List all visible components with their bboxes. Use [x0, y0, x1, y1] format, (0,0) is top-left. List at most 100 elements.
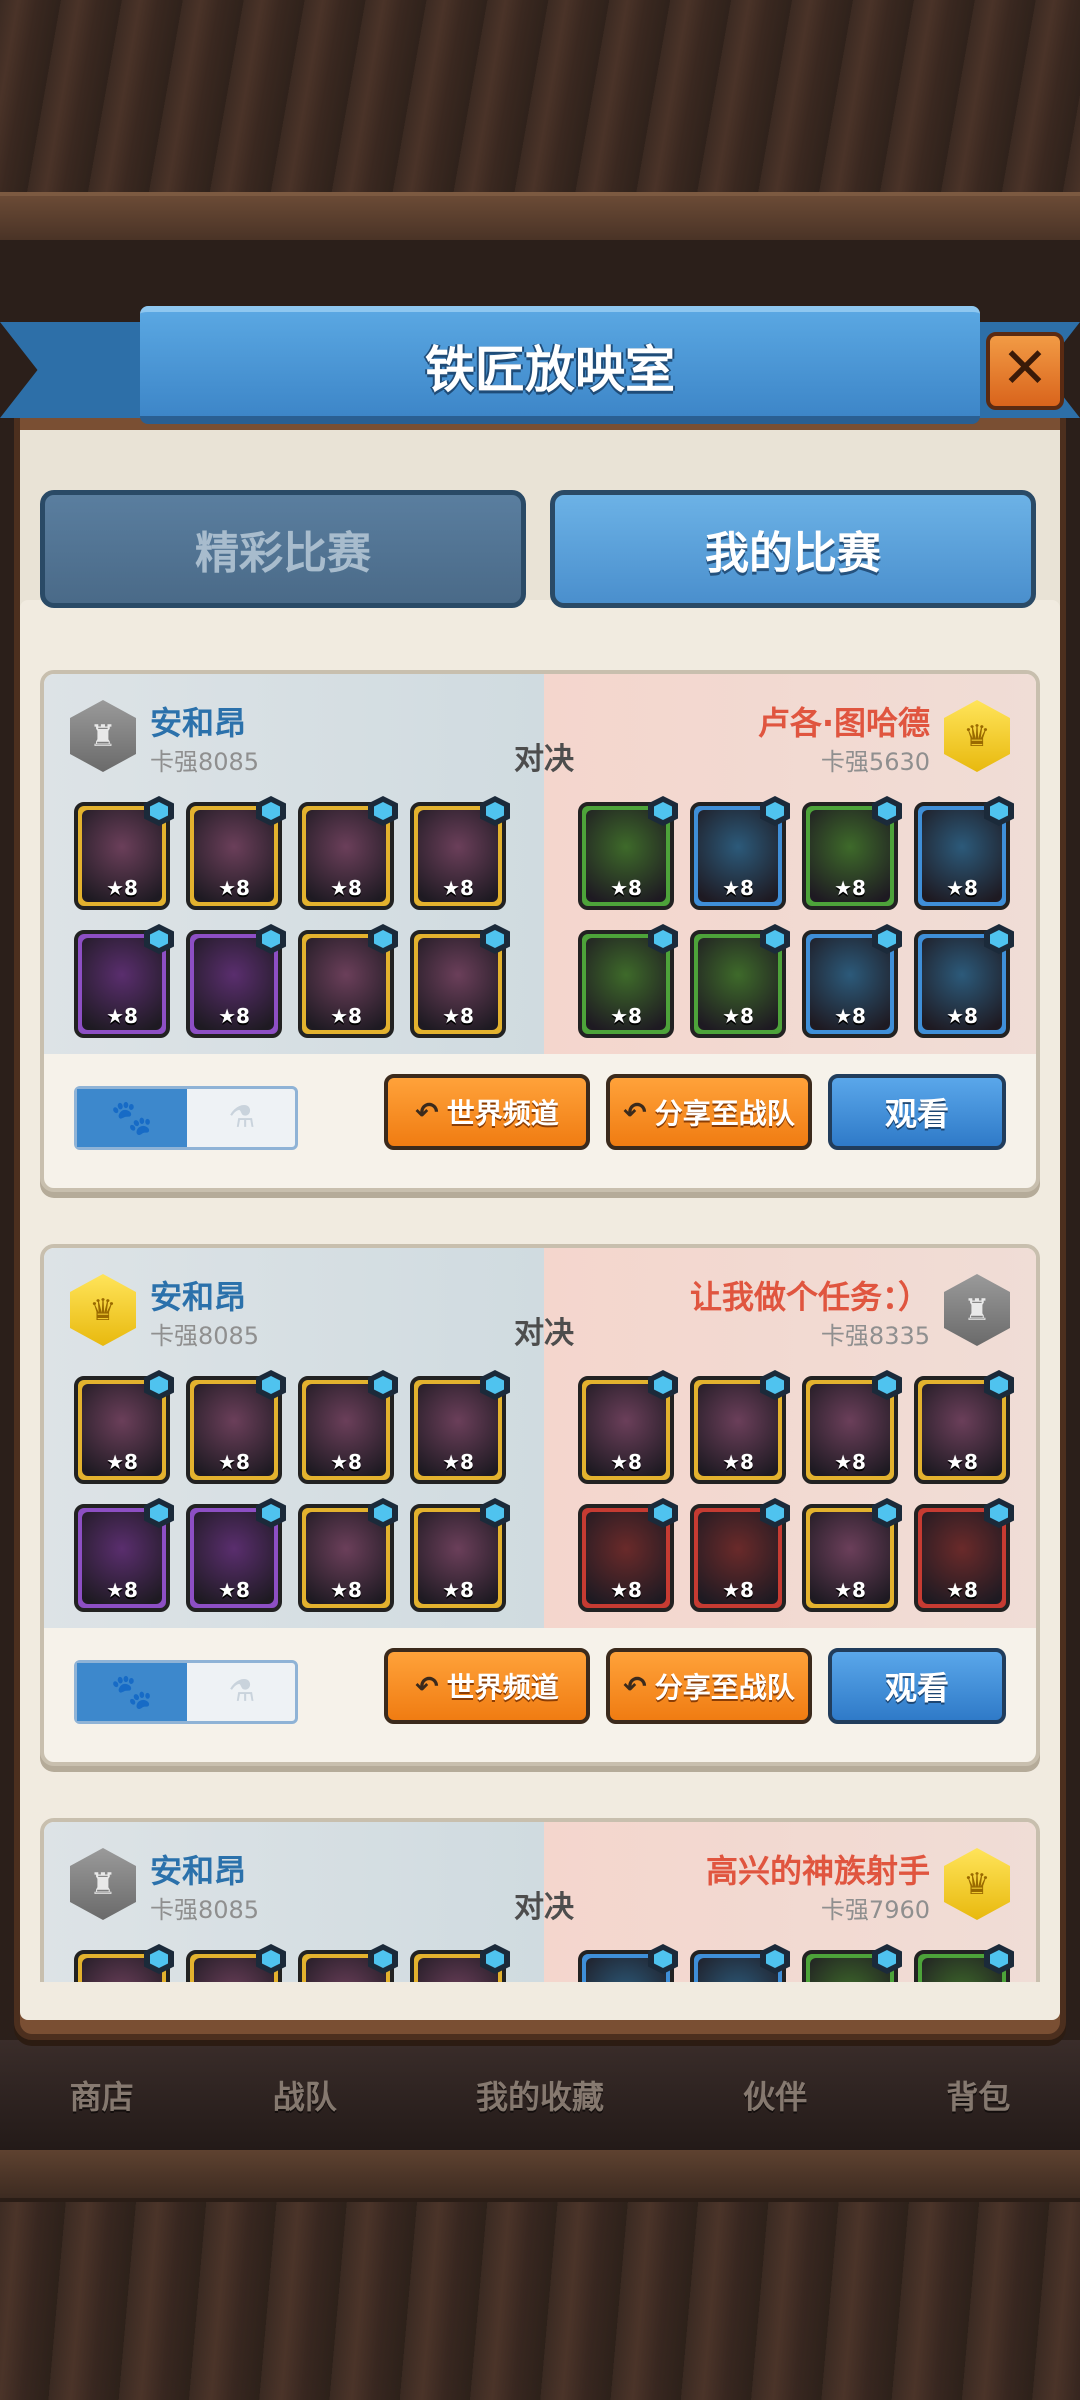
hero-star-level: ★8 — [946, 1578, 978, 1602]
share-to-team-label: 分享至战队 — [654, 1671, 795, 1704]
right-hero-card[interactable]: ★8 — [690, 1944, 790, 1982]
left-hero-card[interactable]: ★8 — [186, 924, 286, 1038]
right-hero-card[interactable]: ★8 — [690, 796, 790, 910]
ribbon-tail-left — [0, 322, 150, 418]
wood-background-top — [0, 0, 1080, 240]
right-hero-card[interactable]: ★8 — [914, 924, 1014, 1038]
match-list[interactable]: ♜ 安和昂 卡强8085 对决 卢各·图哈德 卡强5630 ♛ ★8 ★8 ★8 ★8 ★8 ★8 ★8 ★… — [20, 650, 1060, 1982]
hero-star-level: ★8 — [330, 1004, 362, 1028]
share-to-team-button[interactable]: ↶ 分享至战队 — [606, 1648, 812, 1724]
hero-star-level: ★8 — [610, 876, 642, 900]
left-hero-card[interactable]: ★8 — [74, 1498, 174, 1612]
share-arrow-icon: ↶ — [623, 1669, 647, 1703]
right-hero-card[interactable]: ★8 — [802, 924, 902, 1038]
nav-team[interactable]: 战队 — [273, 2072, 337, 2118]
hero-star-level: ★8 — [442, 1578, 474, 1602]
right-hero-card[interactable]: ★8 — [914, 1370, 1014, 1484]
tab-my-matches[interactable]: 我的比赛 — [550, 490, 1036, 608]
right-hero-card[interactable]: ★8 — [914, 1944, 1014, 1982]
hero-star-level: ★8 — [442, 1004, 474, 1028]
team-toggle[interactable]: 🐾 ⚗ — [74, 1086, 298, 1150]
left-hero-card[interactable]: ★8 — [74, 924, 174, 1038]
hero-star-level: ★8 — [330, 1578, 362, 1602]
share-to-team-label: 分享至战队 — [654, 1097, 795, 1130]
hero-star-level: ★8 — [442, 1450, 474, 1474]
versus-label: 对决 — [514, 1890, 574, 1925]
hero-star-level: ★8 — [946, 1450, 978, 1474]
left-hero-card[interactable]: ★8 — [186, 1944, 286, 1982]
close-button[interactable]: ✕ — [986, 332, 1064, 410]
hero-star-level: ★8 — [834, 1450, 866, 1474]
left-player-name: 安和昂 — [150, 704, 247, 742]
right-hero-card[interactable]: ★8 — [690, 1370, 790, 1484]
hero-star-level: ★8 — [218, 1004, 250, 1028]
hero-star-level: ★8 — [218, 876, 250, 900]
left-hero-card[interactable]: ★8 — [186, 1498, 286, 1612]
watch-button[interactable]: 观看 — [828, 1074, 1006, 1150]
share-to-team-button[interactable]: ↶ 分享至战队 — [606, 1074, 812, 1150]
left-player-name: 安和昂 — [150, 1852, 247, 1890]
nav-bag[interactable]: 背包 — [946, 2072, 1010, 2118]
right-hero-card[interactable]: ★8 — [802, 1498, 902, 1612]
left-hero-card[interactable]: ★8 — [298, 796, 398, 910]
left-hero-card[interactable]: ★8 — [410, 924, 510, 1038]
world-channel-button[interactable]: ↶ 世界频道 — [384, 1648, 590, 1724]
left-hero-card[interactable]: ★8 — [74, 796, 174, 910]
nav-collection[interactable]: 我的收藏 — [476, 2072, 604, 2118]
hero-star-level: ★8 — [722, 876, 754, 900]
hero-star-level: ★8 — [330, 1450, 362, 1474]
right-hero-card[interactable]: ★8 — [802, 1944, 902, 1982]
right-player-name: 卢各·图哈德 — [757, 704, 930, 742]
left-hero-card[interactable]: ★8 — [74, 1944, 174, 1982]
wood-background-bottom — [0, 2150, 1080, 2400]
right-hero-card[interactable]: ★8 — [802, 796, 902, 910]
paw-icon[interactable]: 🐾 — [77, 1089, 187, 1147]
right-hero-card[interactable]: ★8 — [578, 1498, 678, 1612]
right-hero-card[interactable]: ★8 — [690, 1498, 790, 1612]
paw-icon[interactable]: 🐾 — [77, 1663, 187, 1721]
team-toggle[interactable]: 🐾 ⚗ — [74, 1660, 298, 1724]
right-hero-card[interactable]: ★8 — [914, 1498, 1014, 1612]
left-hero-card[interactable]: ★8 — [298, 1944, 398, 1982]
match-card: ♛ 安和昂 卡强8085 对决 让我做个任务：） 卡强8335 ♜ ★8 ★8 ★8 ★8 ★8 ★8 ★… — [40, 1244, 1040, 1766]
hero-star-level: ★8 — [218, 1578, 250, 1602]
hero-star-level: ★8 — [442, 876, 474, 900]
watch-button[interactable]: 观看 — [828, 1648, 1006, 1724]
left-hero-card[interactable]: ★8 — [298, 924, 398, 1038]
nav-partner[interactable]: 伙伴 — [743, 2072, 807, 2118]
left-hero-card[interactable]: ★8 — [298, 1370, 398, 1484]
world-channel-label: 世界频道 — [446, 1671, 559, 1704]
left-hero-card[interactable]: ★8 — [410, 1498, 510, 1612]
nav-shop[interactable]: 商店 — [70, 2072, 134, 2118]
right-hero-card[interactable]: ★8 — [578, 796, 678, 910]
world-channel-label: 世界频道 — [446, 1097, 559, 1130]
left-hero-card[interactable]: ★8 — [410, 1370, 510, 1484]
right-hero-card[interactable]: ★8 — [578, 1370, 678, 1484]
right-hero-card[interactable]: ★8 — [578, 1944, 678, 1982]
hero-star-level: ★8 — [722, 1004, 754, 1028]
right-hero-card[interactable]: ★8 — [690, 924, 790, 1038]
versus-label: 对决 — [514, 1316, 574, 1351]
right-hero-card[interactable]: ★8 — [802, 1370, 902, 1484]
hero-star-level: ★8 — [330, 876, 362, 900]
left-hero-card[interactable]: ★8 — [186, 796, 286, 910]
dialog-title: 铁匠放映室 — [425, 341, 675, 399]
share-arrow-icon: ↶ — [415, 1669, 439, 1703]
left-hero-card[interactable]: ★8 — [186, 1370, 286, 1484]
left-hero-card[interactable]: ★8 — [410, 1944, 510, 1982]
left-hero-card[interactable]: ★8 — [74, 1370, 174, 1484]
share-arrow-icon: ↶ — [623, 1095, 647, 1129]
right-hero-card[interactable]: ★8 — [578, 924, 678, 1038]
hero-star-level: ★8 — [722, 1450, 754, 1474]
hero-star-level: ★8 — [610, 1450, 642, 1474]
left-hero-card[interactable]: ★8 — [298, 1498, 398, 1612]
tab-highlight-matches[interactable]: 精彩比赛 — [40, 490, 526, 608]
hero-star-level: ★8 — [610, 1578, 642, 1602]
right-player-power: 卡强7960 — [820, 1896, 930, 1924]
potion-icon[interactable]: ⚗ — [189, 1089, 295, 1147]
left-hero-card[interactable]: ★8 — [410, 796, 510, 910]
right-hero-card[interactable]: ★8 — [914, 796, 1014, 910]
hero-star-level: ★8 — [106, 1578, 138, 1602]
potion-icon[interactable]: ⚗ — [189, 1663, 295, 1721]
world-channel-button[interactable]: ↶ 世界频道 — [384, 1074, 590, 1150]
